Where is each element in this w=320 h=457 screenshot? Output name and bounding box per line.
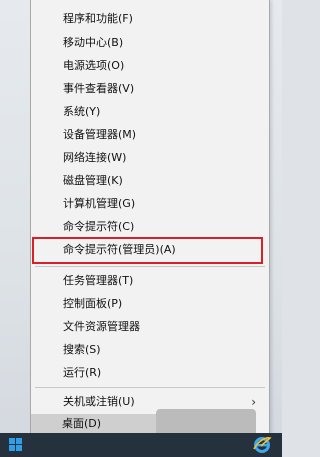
menu-separator (35, 387, 265, 388)
menu-item-device-manager[interactable]: 设备管理器(M) (32, 124, 268, 146)
menu-separator (35, 266, 265, 267)
windows-logo-icon (9, 438, 23, 452)
menu-item-mobility-center[interactable]: 移动中心(B) (32, 32, 268, 54)
winx-context-menu: 程序和功能(F) 移动中心(B) 电源选项(O) 事件查看器(V) 系统(Y) … (30, 0, 270, 434)
menu-item-network-connections[interactable]: 网络连接(W) (32, 147, 268, 169)
menu-item-shutdown-label: 关机或注销(U) (63, 395, 135, 408)
menu-item-disk-management[interactable]: 磁盘管理(K) (32, 170, 268, 192)
desktop-background: 程序和功能(F) 移动中心(B) 电源选项(O) 事件查看器(V) 系统(Y) … (0, 0, 282, 457)
menu-item-computer-management[interactable]: 计算机管理(G) (32, 193, 268, 215)
menu-item-system[interactable]: 系统(Y) (32, 101, 268, 123)
menu-item-control-panel[interactable]: 控制面板(P) (32, 293, 268, 315)
menu-item-search[interactable]: 搜索(S) (32, 339, 268, 361)
menu-item-command-prompt[interactable]: 命令提示符(C) (32, 216, 268, 238)
start-button[interactable] (0, 433, 32, 457)
menu-item-run[interactable]: 运行(R) (32, 362, 268, 384)
menu-item-power-options[interactable]: 电源选项(O) (32, 55, 268, 77)
internet-explorer-icon[interactable] (252, 435, 272, 455)
menu-item-event-viewer[interactable]: 事件查看器(V) (32, 78, 268, 100)
taskbar (0, 433, 282, 457)
menu-item-desktop[interactable]: 桌面(D) (31, 414, 156, 433)
highlight-annotation-box (32, 237, 263, 264)
menu-item-task-manager[interactable]: 任务管理器(T) (32, 270, 268, 292)
menu-item-programs-features[interactable]: 程序和功能(F) (32, 8, 268, 30)
menu-item-file-explorer[interactable]: 文件资源管理器 (32, 316, 268, 338)
